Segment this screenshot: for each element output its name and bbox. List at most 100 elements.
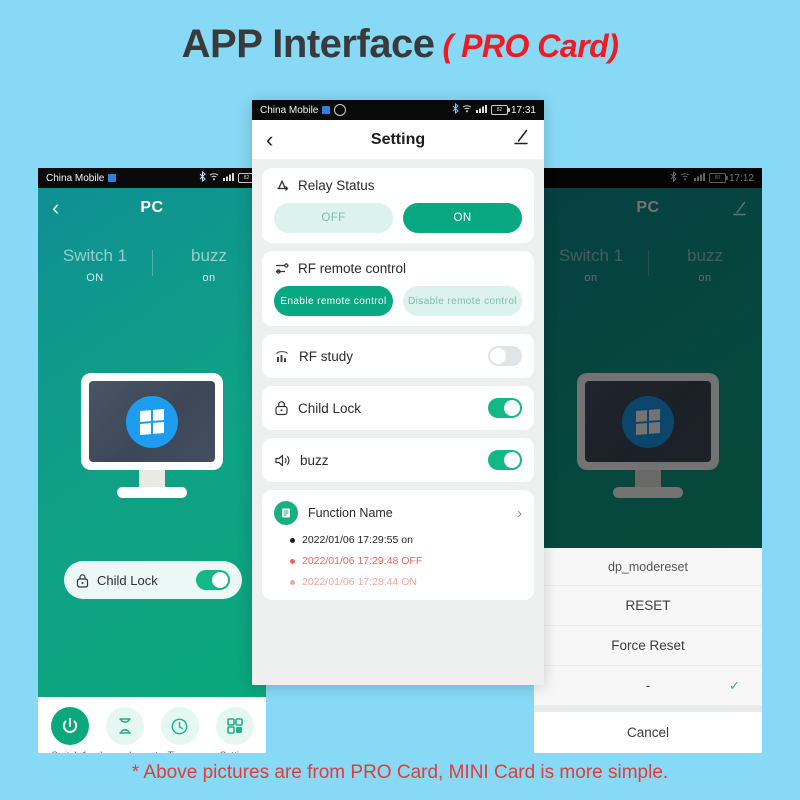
buzz-row[interactable]: buzz [262, 438, 534, 482]
device-title: PC [140, 199, 164, 216]
log-dot [290, 537, 295, 543]
left-phone-statusbar: China Mobile 82 [38, 168, 266, 188]
datapoint-value: ON [86, 272, 104, 284]
signal-icon [475, 104, 488, 116]
check-icon: ✓ [729, 677, 740, 693]
tab-timer[interactable]: Timer [152, 707, 207, 753]
child-lock-toggle[interactable] [196, 570, 230, 590]
log-text: 2022/01/06 17:29:48 OFF [302, 555, 423, 567]
log-dot [290, 579, 295, 585]
wifi-icon [209, 172, 220, 184]
tab-setting[interactable]: Setting [207, 707, 262, 753]
action-sheet-item-selected[interactable]: - ✓ [534, 665, 762, 705]
log-entry: 2022/01/06 17:29:48 OFF [274, 555, 522, 567]
tab-label: dp_modereset [97, 750, 158, 753]
function-name-card: Function Name › 2022/01/06 17:29:55 on 2… [262, 490, 534, 600]
footnote: * Above pictures are from PRO Card, MINI… [131, 762, 669, 783]
rf-study-label: RF study [299, 348, 354, 364]
rf-option-enable[interactable]: Enable remote control [274, 286, 393, 316]
carrier-label: China Mobile [260, 104, 319, 116]
power-icon [50, 707, 89, 745]
battery-icon: 82 [490, 105, 510, 115]
datapoint-name: buzz [191, 246, 227, 265]
statusbar-time: 17:31 [510, 104, 536, 116]
tab-label: Switch 1 [42, 750, 97, 753]
lock-icon [274, 400, 289, 416]
buzz-label: buzz [300, 452, 329, 468]
setting-header: ‹ Setting [252, 120, 544, 160]
log-text: 2022/01/06 17:29:55 on [302, 534, 413, 546]
log-dot [290, 558, 295, 564]
function-name-label: Function Name [308, 506, 393, 520]
relay-status-card: Relay Status OFF ON [262, 168, 534, 243]
rf-study-toggle[interactable] [488, 346, 522, 366]
action-sheet-item-force-reset[interactable]: Force Reset [534, 625, 762, 665]
app-badge-icon [108, 174, 117, 182]
tab-switch1[interactable]: Switch 1 [42, 707, 97, 753]
relay-icon [274, 178, 290, 193]
app-badge-icon [322, 106, 331, 114]
tab-label: Timer [152, 750, 207, 753]
datapoint-buzz[interactable]: buzz on [152, 246, 266, 284]
log-text: 2022/01/06 17:28:44 ON [302, 576, 418, 588]
relay-option-off[interactable]: OFF [274, 203, 393, 233]
clock-icon [160, 707, 199, 745]
signal-icon [223, 172, 235, 184]
child-lock-chip[interactable]: Child Lock [64, 561, 242, 599]
page-title-sub: ( PRO Card) [442, 28, 619, 64]
lock-icon [76, 573, 89, 588]
wifi-icon [462, 104, 473, 116]
item-label: Force Reset [611, 638, 685, 653]
windows-logo-icon [126, 395, 178, 448]
page-title-main: APP Interface [181, 22, 435, 66]
buzz-toggle[interactable] [488, 450, 522, 470]
relay-status-title: Relay Status [298, 178, 375, 193]
left-datapoint-row: Switch 1 ON buzz on [38, 228, 266, 284]
action-sheet-title: dp_modereset [608, 560, 688, 574]
bluetooth-icon [452, 102, 459, 117]
divider [152, 250, 153, 276]
action-sheet: dp_modereset RESET Force Reset - ✓ Cance… [534, 548, 762, 753]
left-phone: China Mobile 82 ‹ PC Switch 1 ON buzz on… [38, 168, 266, 753]
chevron-right-icon[interactable]: › [517, 505, 522, 522]
action-sheet-cancel[interactable]: Cancel [534, 712, 762, 753]
child-lock-row[interactable]: Child Lock [262, 386, 534, 430]
datapoint-name: Switch 1 [62, 246, 128, 265]
sliders-icon [274, 261, 290, 276]
list-badge-icon [274, 501, 298, 525]
datapoint-value: on [202, 272, 216, 284]
left-device-header: ‹ PC [38, 188, 266, 228]
relay-option-on[interactable]: ON [403, 203, 522, 233]
chart-icon [274, 349, 290, 364]
log-entry: 2022/01/06 17:29:55 on [274, 534, 522, 546]
sheet-divider [534, 705, 762, 712]
right-phone: 80 17:12 PC Switch 1 on buzz on [534, 168, 762, 753]
bluetooth-icon [199, 170, 206, 185]
rf-remote-card: RF remote control Enable remote control … [262, 251, 534, 326]
child-lock-toggle[interactable] [488, 398, 522, 418]
tab-label: Setting [207, 750, 262, 753]
left-phone-screen: ‹ PC Switch 1 ON buzz on Child Lock [38, 188, 266, 753]
item-label: RESET [625, 598, 671, 613]
setting-body: Relay Status OFF ON RF remote control En… [252, 160, 544, 685]
center-phone: China Mobile 82 17:31 ‹ Setting Relay St… [252, 100, 544, 685]
item-label: - [645, 678, 651, 693]
log-entry: 2022/01/06 17:28:44 ON [274, 576, 522, 588]
hourglass-icon [105, 707, 144, 745]
child-lock-label: Child Lock [97, 572, 158, 588]
windows-pc-monitor-illustration [81, 373, 223, 498]
rf-remote-title: RF remote control [298, 261, 407, 276]
speaker-icon [274, 453, 291, 468]
rf-option-disable[interactable]: Disable remote control [403, 286, 522, 316]
rf-study-row[interactable]: RF study [262, 334, 534, 378]
datapoint-switch1[interactable]: Switch 1 ON [38, 246, 152, 284]
center-phone-statusbar: China Mobile 82 17:31 [252, 100, 544, 120]
whatsapp-icon [334, 104, 347, 116]
tab-dp-modereset[interactable]: dp_modereset [97, 707, 158, 753]
poster-stage: APP Interface( PRO Card) China Mobile 82 [0, 0, 800, 800]
page-title: APP Interface( PRO Card) [0, 22, 800, 67]
grid-icon [215, 707, 254, 745]
action-sheet-item-reset[interactable]: RESET [534, 585, 762, 625]
child-lock-label: Child Lock [298, 400, 362, 416]
left-tabbar: Switch 1 dp_modereset Timer [38, 697, 266, 753]
